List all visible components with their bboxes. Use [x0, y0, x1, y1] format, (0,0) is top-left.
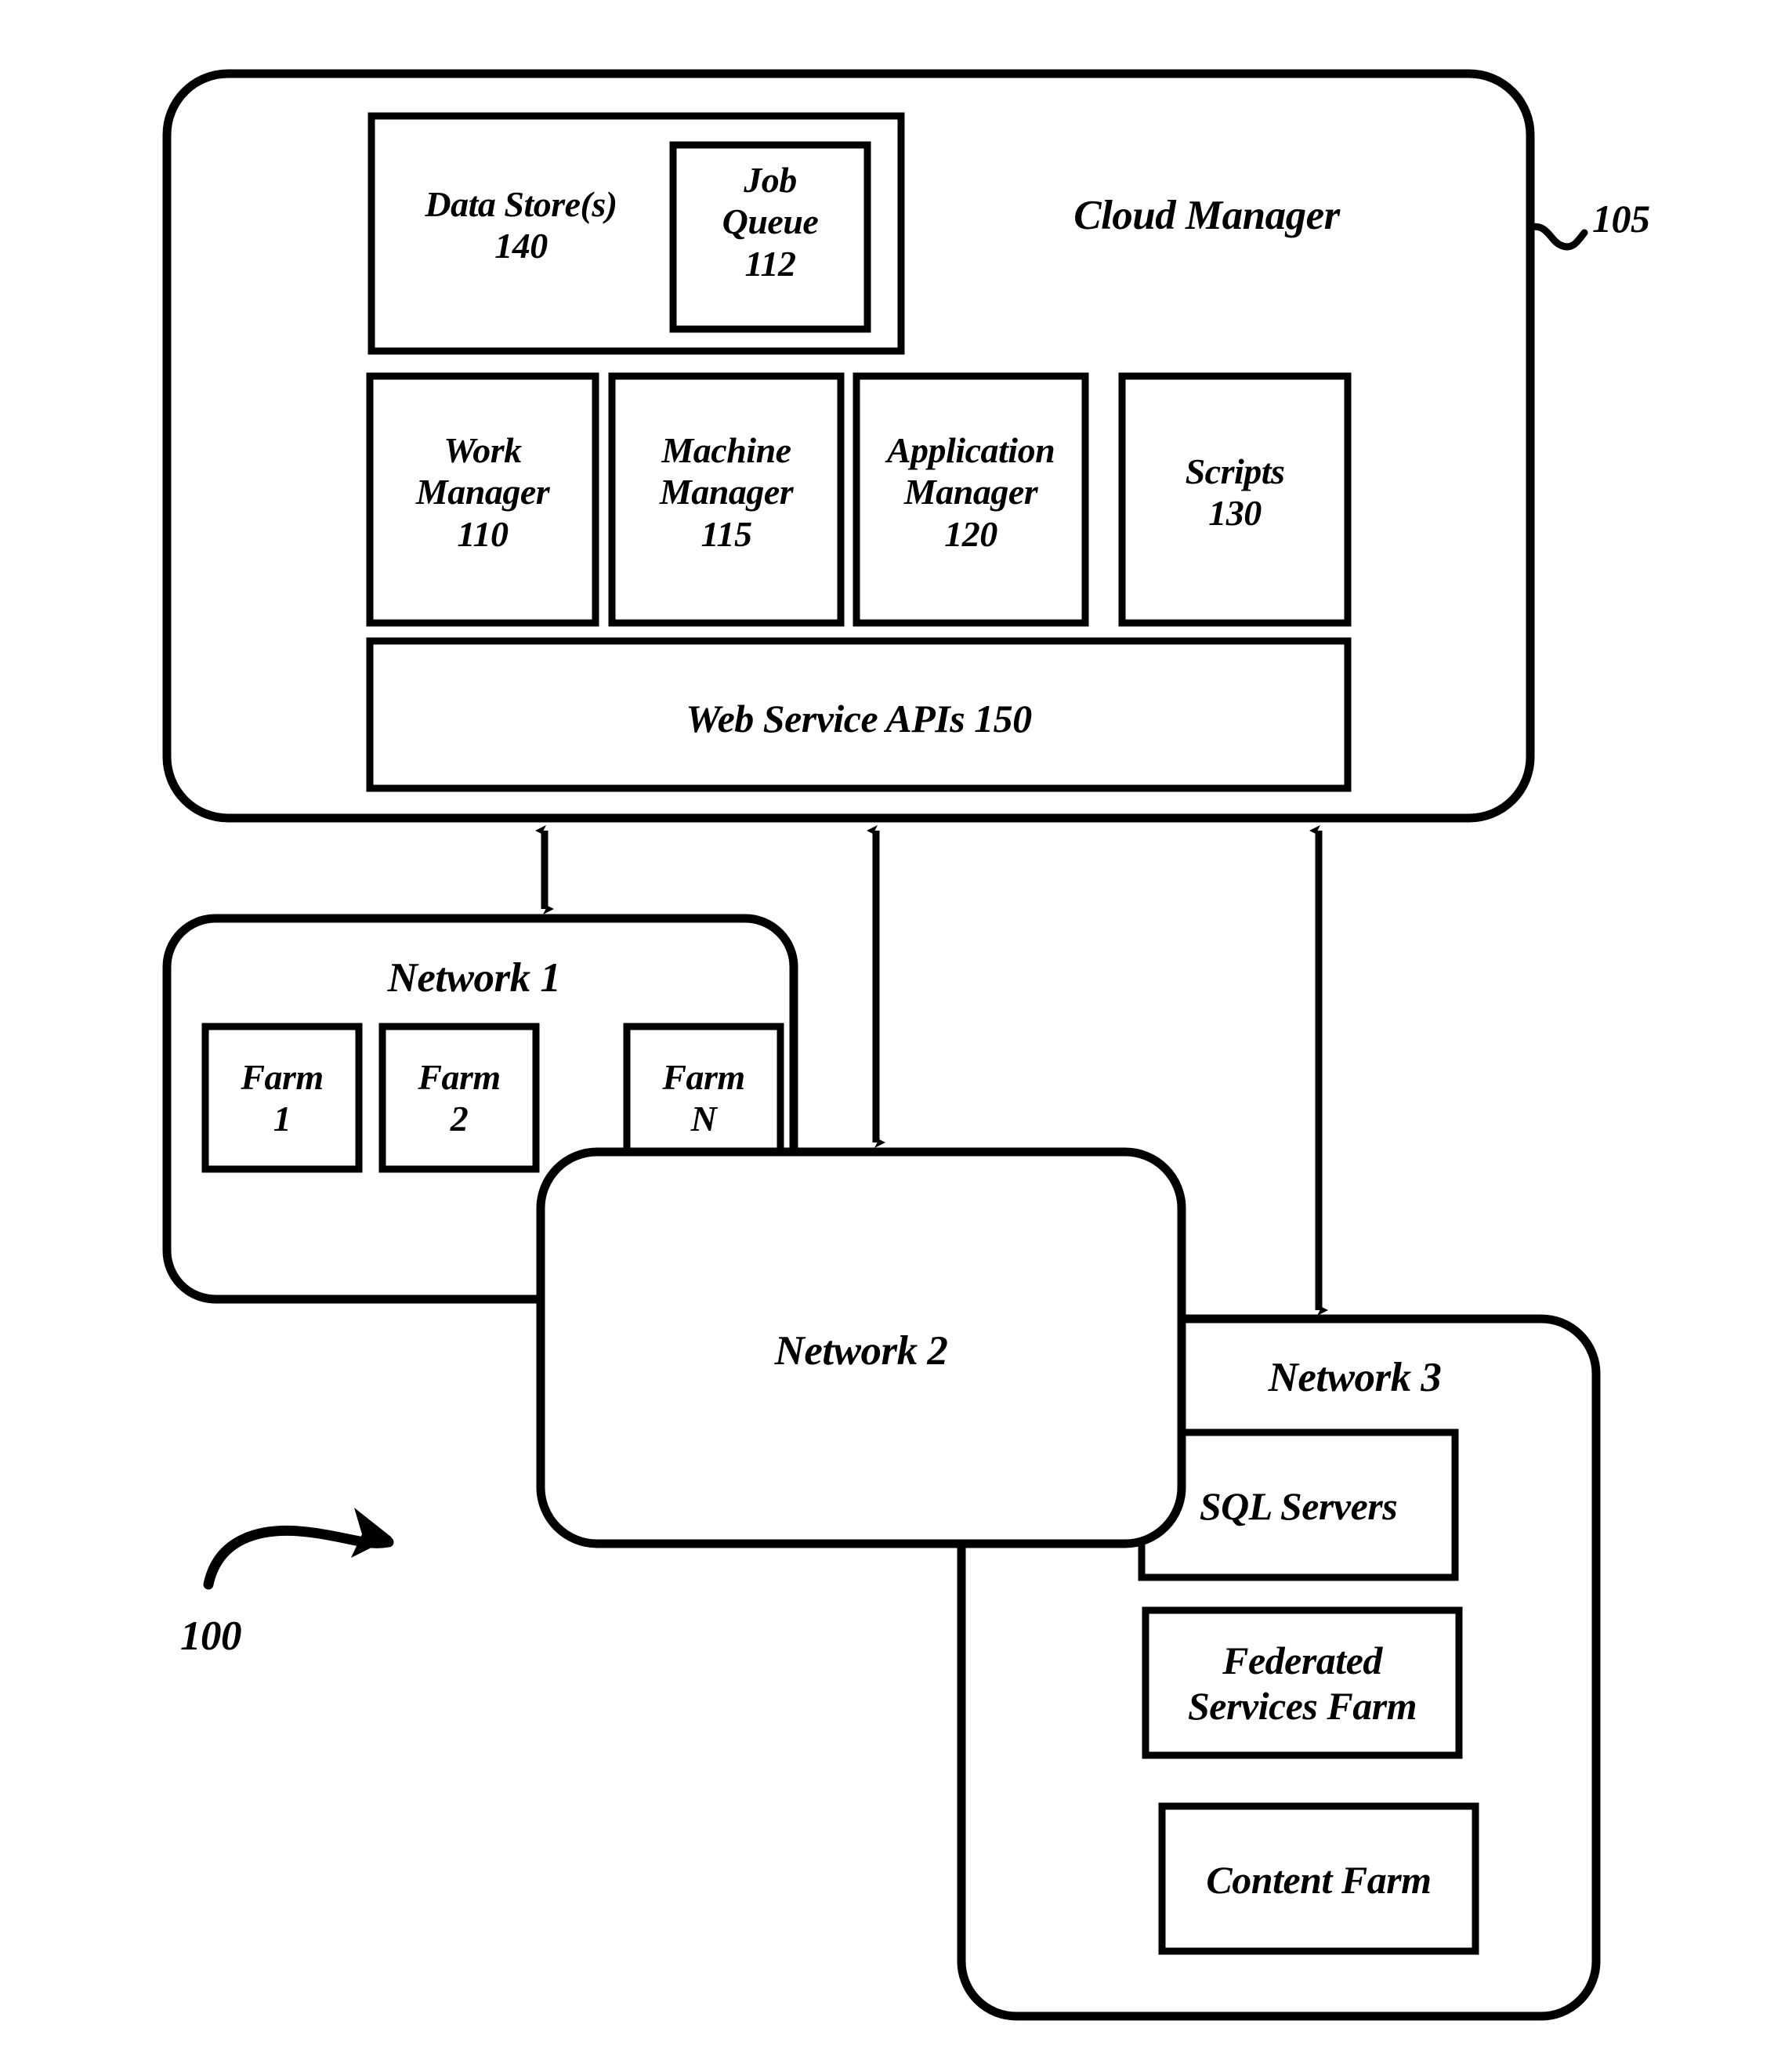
application-manager-label: Application Manager 120 [886, 430, 1055, 554]
diagram-lines-front [536, 1147, 1186, 1548]
network1-title: Network 1 [387, 955, 561, 1001]
web-service-apis-label: Web Service APIs 150 [686, 697, 1032, 741]
farm-n-label: Farm N [662, 1057, 745, 1139]
figure-100-label: 100 [180, 1613, 242, 1659]
content-farm-label: Content Farm [1206, 1858, 1432, 1902]
scripts-label: Scripts 130 [1185, 451, 1285, 534]
ref-105-label: 105 [1592, 197, 1650, 241]
network3-title: Network 3 [1268, 1355, 1442, 1400]
farm-1-label: Farm 1 [241, 1057, 324, 1139]
sql-servers-label: SQL Servers [1199, 1484, 1398, 1528]
cloud-manager-title: Cloud Manager [1073, 193, 1340, 238]
data-store-label: Data Store(s) 140 [425, 184, 617, 266]
machine-manager-label: Machine Manager 115 [659, 430, 794, 554]
federated-services-farm-label: Federated Services Farm [1187, 1639, 1417, 1728]
figure-canvas: Cloud Manager 105 Data Store(s) 140 Job … [0, 0, 1792, 2064]
farm-2-label: Farm 2 [418, 1057, 501, 1139]
job-queue-label: Job Queue 112 [722, 160, 819, 284]
network2-title: Network 2 [774, 1328, 948, 1374]
work-manager-label: Work Manager 110 [415, 430, 550, 554]
